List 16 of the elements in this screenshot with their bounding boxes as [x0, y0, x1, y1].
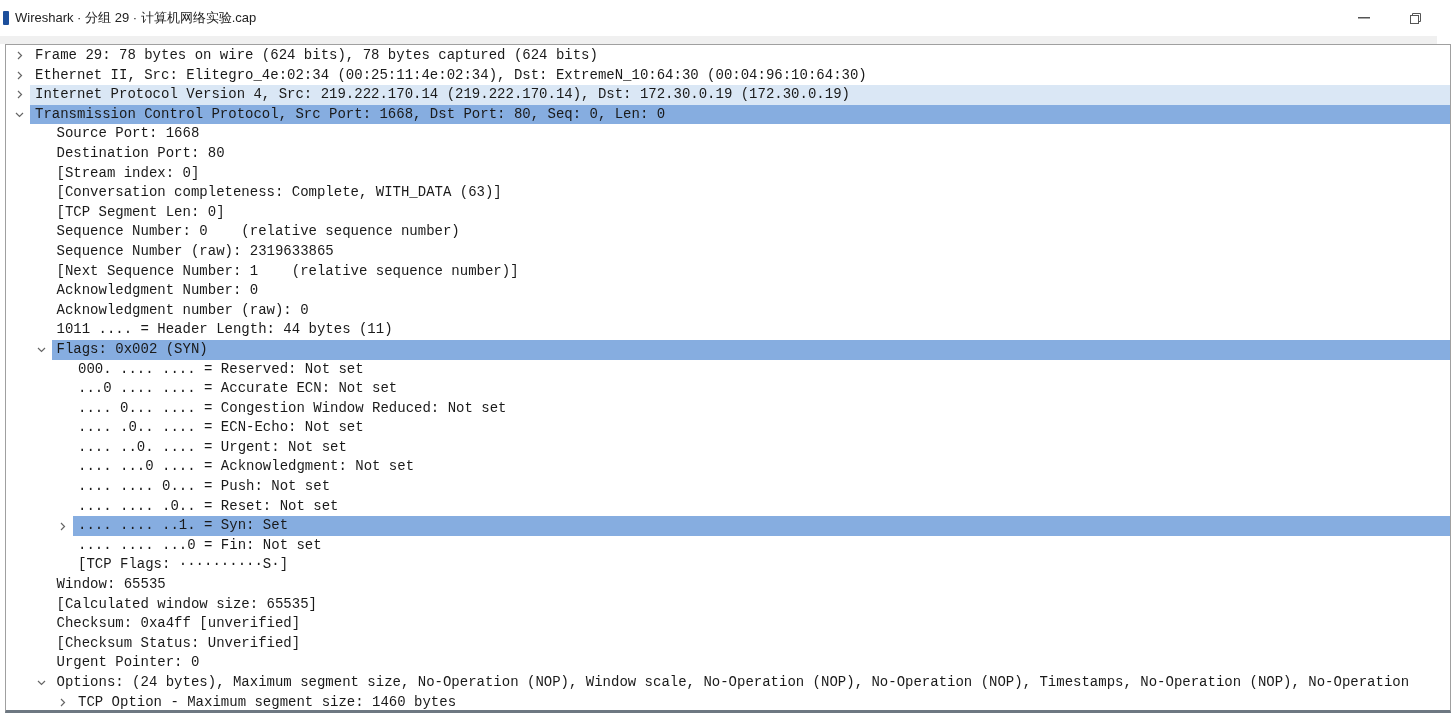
chevron-right-icon[interactable]: [58, 697, 67, 707]
chevron-right-icon[interactable]: [15, 70, 24, 80]
chevron-right-icon[interactable]: [15, 51, 24, 61]
chevron-right-icon[interactable]: [58, 521, 67, 531]
tree-item[interactable]: Flags: 0x002 (SYN): [51, 339, 1450, 360]
minimize-icon[interactable]: [1358, 17, 1370, 19]
chevron-down-icon[interactable]: [36, 678, 46, 688]
chevron-down-icon[interactable]: [36, 345, 46, 355]
maximize-icon[interactable]: [1410, 12, 1421, 24]
chevron-right-icon[interactable]: [15, 90, 24, 100]
app-icon: [3, 11, 9, 25]
tree-item[interactable]: Internet Protocol Version 4, Src: 219.222.170.14 (219.222.170.14), Dst: 172.30.0.19 (172.30.0.19): [30, 85, 1450, 105]
tree-item[interactable]: .... .... ..1. = Syn: Set: [73, 516, 1450, 536]
chevron-down-icon[interactable]: [15, 110, 24, 120]
tree-item[interactable]: Transmission Control Protocol, Src Port: 1668, Dst Port: 80, Seq: 0, Len: 0: [30, 104, 1450, 125]
window-title: Wireshark · 分组 29 · 计算机网络实验.cap: [15, 9, 257, 28]
